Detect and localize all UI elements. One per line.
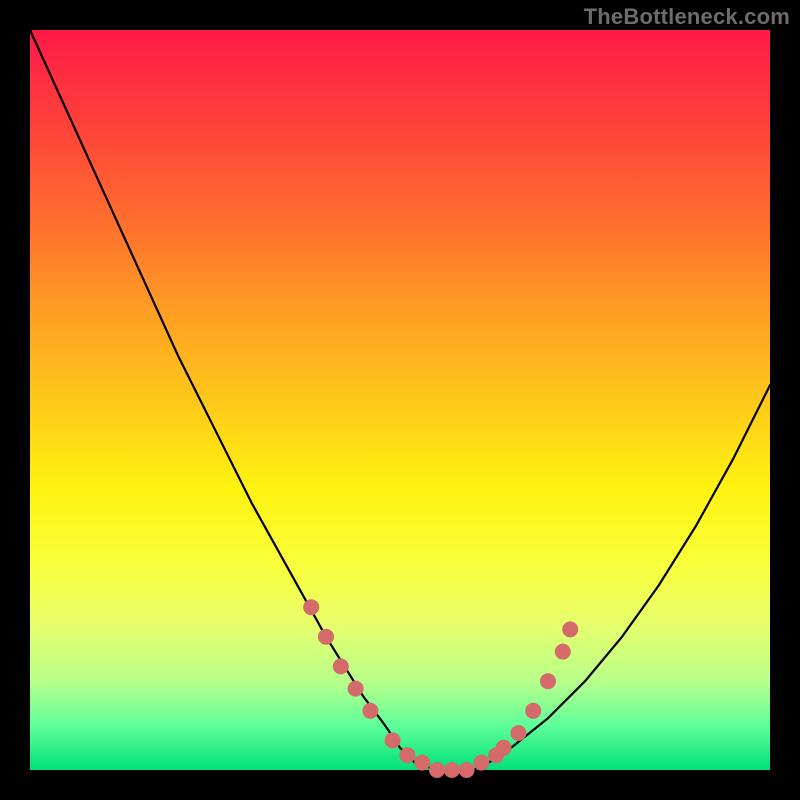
- data-marker: [473, 755, 489, 771]
- data-marker: [555, 644, 571, 660]
- data-marker: [414, 755, 430, 771]
- data-marker: [540, 673, 556, 689]
- data-marker: [303, 599, 319, 615]
- data-marker: [510, 725, 526, 741]
- data-marker: [459, 762, 475, 778]
- data-marker: [444, 762, 460, 778]
- data-markers: [303, 599, 578, 778]
- data-marker: [429, 762, 445, 778]
- chart-stage: TheBottleneck.com: [0, 0, 800, 800]
- data-marker: [562, 621, 578, 637]
- data-marker: [385, 732, 401, 748]
- data-marker: [496, 740, 512, 756]
- data-marker: [399, 747, 415, 763]
- data-marker: [348, 681, 364, 697]
- data-marker: [318, 629, 334, 645]
- data-marker: [333, 658, 349, 674]
- data-marker: [525, 703, 541, 719]
- chart-svg: [30, 30, 770, 770]
- bottleneck-curve: [30, 30, 770, 770]
- plot-area: [30, 30, 770, 770]
- data-marker: [362, 703, 378, 719]
- watermark-text: TheBottleneck.com: [584, 4, 790, 30]
